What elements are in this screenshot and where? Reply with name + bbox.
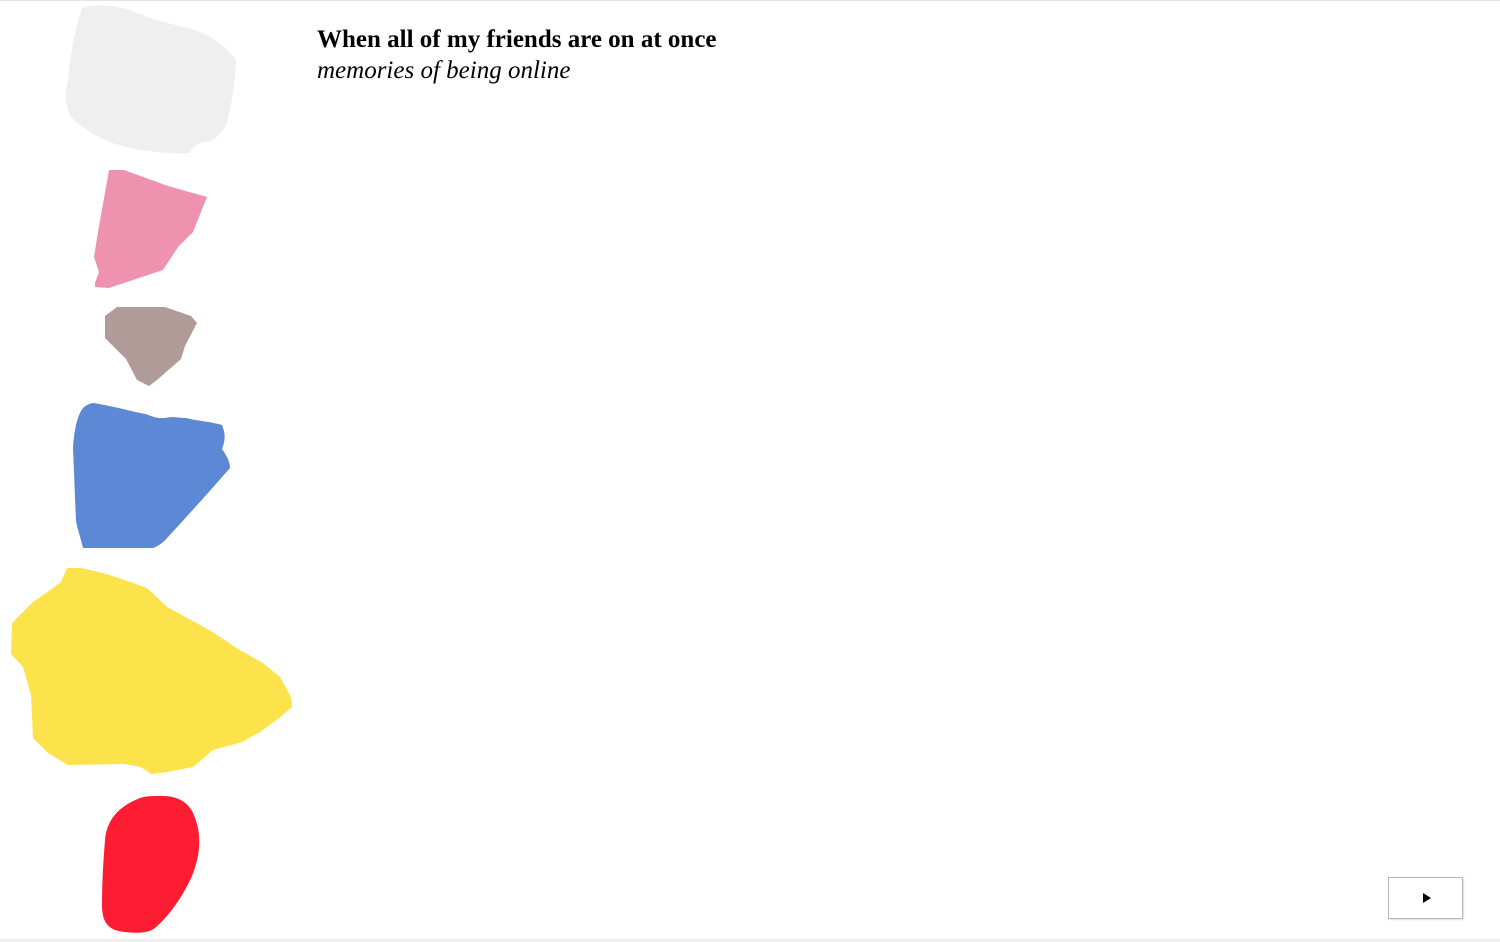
play-button[interactable]: [1388, 877, 1463, 919]
friend-shape-light-gray[interactable]: [65, 5, 236, 154]
friend-shapes: [11, 5, 292, 933]
header: When all of my friends are on at once me…: [317, 24, 717, 86]
play-icon: [1422, 893, 1431, 903]
friend-shape-yellow[interactable]: [11, 568, 292, 774]
friend-shape-blue[interactable]: [73, 403, 230, 548]
page-subtitle: memories of being online: [317, 57, 571, 84]
friend-shape-pink[interactable]: [94, 170, 207, 288]
friend-shape-red[interactable]: [102, 795, 200, 933]
friend-shape-taupe[interactable]: [105, 307, 197, 386]
page-title: When all of my friends are on at once: [317, 26, 717, 53]
